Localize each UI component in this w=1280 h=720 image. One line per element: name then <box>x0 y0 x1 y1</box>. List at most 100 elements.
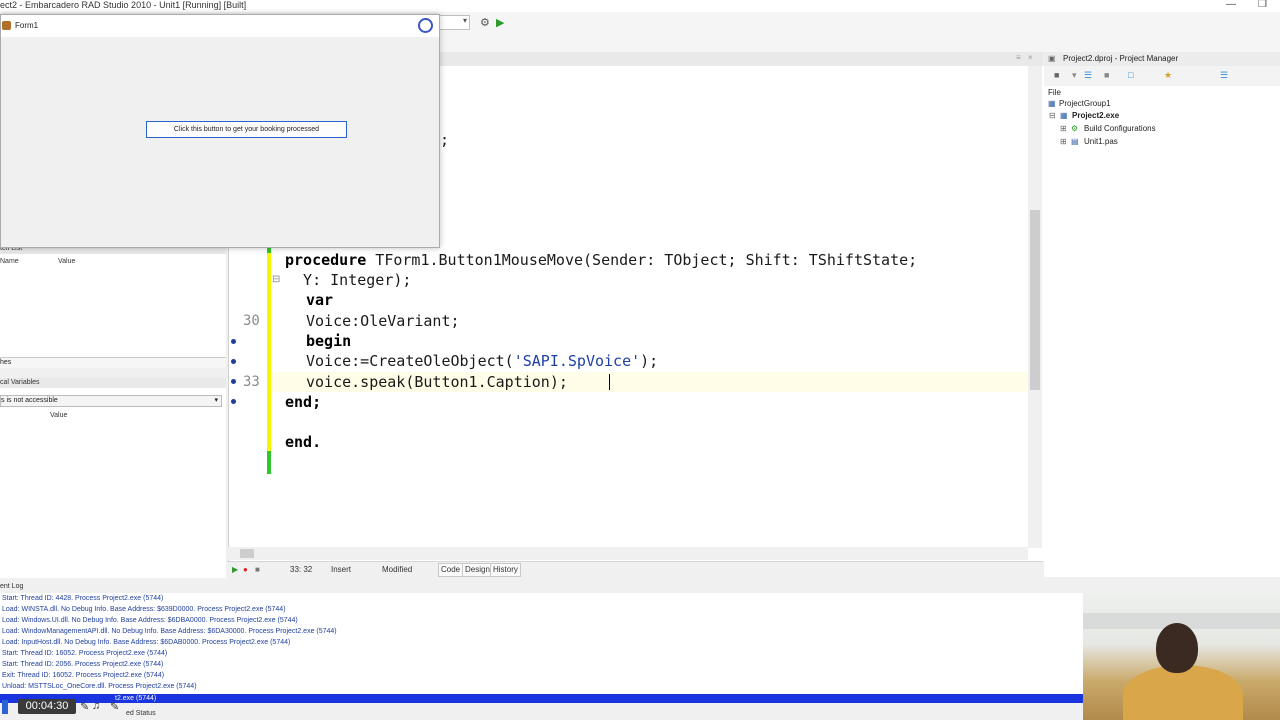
video-timestamp: 00:04:30 <box>18 699 76 714</box>
run-options-icon[interactable]: ⚙ <box>480 16 490 29</box>
code-text: ); <box>640 352 659 370</box>
breakpoint-dot[interactable] <box>231 379 236 384</box>
column-value: Value <box>58 258 76 265</box>
editor-tab-strip: ≡ × <box>438 52 1043 66</box>
stop-icon[interactable]: ■ <box>255 565 260 574</box>
file-label: File <box>1048 88 1061 97</box>
selected-log-line[interactable]: t2.exe (5744) <box>0 694 1083 703</box>
tree-item-unit[interactable]: Unit1.pas <box>1084 137 1118 146</box>
panel-header: cal Variables <box>0 378 226 388</box>
tab-history[interactable]: History <box>490 563 521 577</box>
play-indicator <box>2 700 8 714</box>
chevron-down-icon: ▾ <box>214 397 218 404</box>
restore-icon[interactable]: ❐ <box>1258 0 1267 10</box>
scroll-thumb[interactable] <box>240 549 254 558</box>
presenter-shirt <box>1123 665 1243 720</box>
sync-icon[interactable]: ★ <box>1164 70 1172 81</box>
log-line: Load: Windows.UI.dll. No Debug Info. Bas… <box>2 617 298 624</box>
code-line-params: Y: Integer); <box>285 271 412 289</box>
tab-design[interactable]: Design <box>462 563 493 577</box>
code-line-speak: voice.speak(Button1.Caption); <box>306 373 568 391</box>
breakpoint-dot[interactable] <box>231 359 236 364</box>
local-variables-panel: cal Variables s is not accessible ▾ Valu… <box>0 378 226 578</box>
log-line: t2.exe (5744) <box>115 695 157 702</box>
log-line: Load: WindowManagementAPI.dll. No Debug … <box>2 628 337 635</box>
panel-title: Project2.dproj - Project Manager <box>1063 54 1179 63</box>
log-line: Start: Thread ID: 4428. Process Project2… <box>2 595 164 602</box>
tab-code[interactable]: Code <box>438 563 464 577</box>
chevron-down-icon: ▾ <box>462 16 467 25</box>
list-icon[interactable]: ☰ <box>1220 70 1228 81</box>
code-line-begin: begin <box>306 332 352 350</box>
breakpoint-dot[interactable] <box>231 339 236 344</box>
remove-icon[interactable]: ■ <box>1104 70 1109 80</box>
string-literal: 'SAPI.SpVoice' <box>513 352 641 370</box>
close-icon[interactable]: × <box>1028 53 1033 62</box>
minimize-icon[interactable]: — <box>1226 0 1236 10</box>
editor-status-bar: ▶ ● ■ 33: 32 Insert Modified Code Design… <box>228 561 1043 578</box>
cursor-position: 33: 32 <box>290 565 313 574</box>
scroll-thumb[interactable] <box>1030 210 1040 390</box>
record-icon[interactable]: ● <box>243 565 248 574</box>
insert-mode: Insert <box>331 565 352 574</box>
pencil-icon[interactable]: ✎ <box>110 700 119 713</box>
expand-icon[interactable]: ⊞ <box>1060 124 1067 133</box>
file-icon: ▤ <box>1071 137 1079 146</box>
code-line-var: var <box>306 291 334 309</box>
booking-button[interactable]: Click this button to get your booking pr… <box>146 121 347 138</box>
log-line: Load: WINSTA.dll. No Debug Info. Base Ad… <box>2 606 286 613</box>
code-text: TForm1.Button1MouseMove(Sender: TObject;… <box>366 251 918 269</box>
expand-icon[interactable]: ⊞ <box>1060 137 1067 146</box>
panel-header: ▣ Project2.dproj - Project Manager <box>1044 52 1280 66</box>
log-line: Unload: MSTTSLoc_OneCore.dll. Process Pr… <box>2 683 197 690</box>
code-line-end-unit: end. <box>285 433 322 451</box>
combo-value: s is not accessible <box>1 397 58 404</box>
form1-title: Form1 <box>15 21 39 30</box>
speaker-icon[interactable]: ♫ <box>92 700 100 712</box>
tree-item-project[interactable]: Project2.exe <box>1072 111 1119 120</box>
new-icon[interactable]: ☰ <box>1084 70 1092 81</box>
text-caret <box>609 374 610 390</box>
column-value: Value <box>50 412 68 419</box>
run-icon[interactable]: ▶ <box>232 565 238 574</box>
tree-item-group[interactable]: ProjectGroup1 <box>1059 99 1111 108</box>
project-manager-toolbar: ■ ▾ ☰ ■ □ ★ ☰ <box>1044 66 1280 86</box>
code-line-end-proc: end; <box>285 393 322 411</box>
column-name: Name <box>0 258 19 265</box>
code-fragment: ; <box>440 131 450 149</box>
activate-icon[interactable]: ■ <box>1054 70 1059 80</box>
line-number-33: 33 <box>243 374 260 390</box>
watch-tab[interactable]: hes <box>0 357 226 368</box>
event-log-header: ent Log <box>0 580 1280 593</box>
pen-icon[interactable]: ✎ <box>80 700 89 713</box>
collapse-icon[interactable]: ⊟ <box>272 274 280 285</box>
tab-label: hes <box>0 359 12 366</box>
panel-title: ent Log <box>0 583 24 590</box>
project-manager-icon: ▣ <box>1048 54 1056 63</box>
project-manager-panel: ▣ Project2.dproj - Project Manager ■ ▾ ☰… <box>1044 52 1280 577</box>
ide-title-bar: ect2 - Embarcadero RAD Studio 2010 - Uni… <box>0 0 1280 12</box>
watch-list-panel: tch List Name Value hes <box>0 244 226 368</box>
context-combo[interactable]: s is not accessible ▾ <box>0 395 222 407</box>
chevron-down-icon[interactable]: ▾ <box>1072 70 1077 81</box>
editor-horizontal-scrollbar[interactable] <box>228 547 1028 560</box>
form1-window[interactable]: Form1 Click this button to get your book… <box>0 14 440 248</box>
build-icon: ⚙ <box>1071 124 1079 133</box>
view-icon[interactable]: □ <box>1128 70 1133 80</box>
status-fragment: ed Status <box>126 710 156 717</box>
app-icon <box>2 21 11 30</box>
modified-status: Modified <box>382 565 413 574</box>
tree-item-build[interactable]: Build Configurations <box>1084 124 1156 133</box>
log-line: Exit: Thread ID: 16052. Process Project2… <box>2 672 165 679</box>
collapse-icon[interactable]: ⊟ <box>1049 111 1056 120</box>
run-icon[interactable]: ▶ <box>496 16 504 29</box>
busy-icon <box>418 18 433 33</box>
project-icon: ▦ <box>1060 111 1068 120</box>
breakpoint-dot[interactable] <box>231 399 236 404</box>
log-line: Start: Thread ID: 2056. Process Project2… <box>2 661 164 668</box>
form1-title-bar[interactable]: Form1 <box>1 15 439 37</box>
code-text: Voice:=CreateOleObject( <box>306 352 514 370</box>
log-line: Start: Thread ID: 16052. Process Project… <box>2 650 168 657</box>
event-log-panel: Start: Thread ID: 4428. Process Project2… <box>0 593 1083 703</box>
editor-nav-icon[interactable]: ≡ <box>1016 53 1021 62</box>
